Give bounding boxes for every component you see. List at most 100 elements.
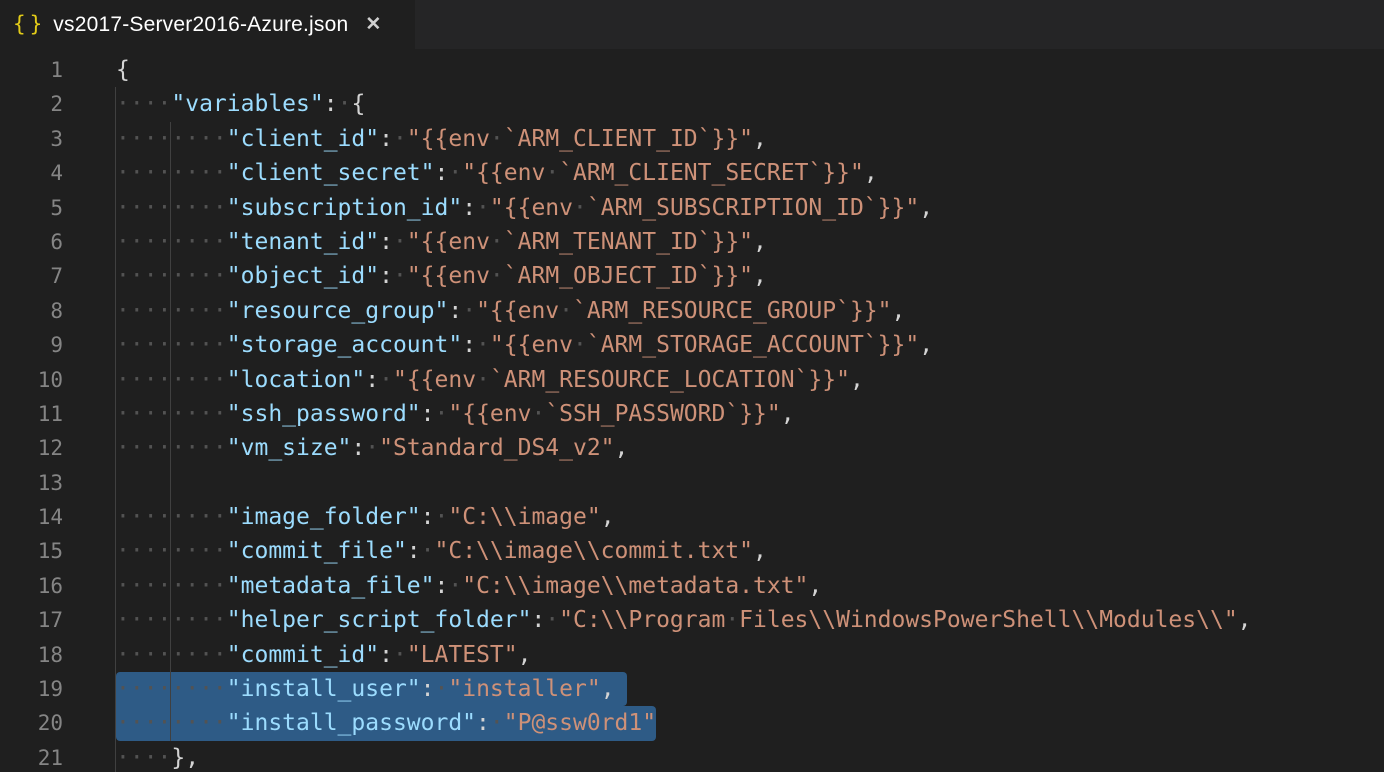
- line-number[interactable]: 14: [0, 500, 63, 534]
- whitespace-dots: ·: [545, 160, 559, 186]
- whitespace-dots: ········: [116, 642, 227, 668]
- code-line[interactable]: 3 ········"client_id":·"{{env·`ARM_CLIENT…: [0, 122, 1384, 156]
- code-line-text: ········"metadata_file":·"C:\\image\\met…: [116, 569, 822, 603]
- code-line[interactable]: 4········"client_secret":·"{{env·`ARM_CL…: [0, 156, 1384, 190]
- whitespace-dots: ········: [116, 332, 227, 358]
- whitespace-dots: ·: [476, 195, 490, 221]
- line-number[interactable]: 11: [0, 397, 63, 431]
- line-number[interactable]: 6: [0, 225, 63, 259]
- whitespace-dots: ·: [393, 126, 407, 152]
- whitespace-dots: ·: [393, 229, 407, 255]
- code-line-text: ········"client_id":·"{{env·`ARM_CLIENT_…: [116, 122, 767, 156]
- whitespace-dots: ········: [116, 538, 227, 564]
- whitespace-dots: ·: [559, 298, 573, 324]
- code-line[interactable]: 19 ········"install_user":·"installer",: [0, 672, 1384, 706]
- whitespace-dots: ·: [490, 710, 504, 736]
- code-line[interactable]: 13: [0, 466, 1384, 500]
- whitespace-dots: ·: [393, 263, 407, 289]
- code-line-text: {: [116, 53, 130, 87]
- whitespace-dots: ·: [476, 332, 490, 358]
- code-line[interactable]: 11········"ssh_password":·"{{env·`SSH_PA…: [0, 397, 1384, 431]
- line-number[interactable]: 21: [0, 741, 63, 772]
- code-line[interactable]: 6········"tenant_id":·"{{env·`ARM_TENANT…: [0, 225, 1384, 259]
- code-line[interactable]: 7········"object_id":·"{{env·`ARM_OBJECT…: [0, 259, 1384, 293]
- whitespace-dots: ········: [116, 676, 227, 702]
- line-number[interactable]: 5: [0, 191, 63, 225]
- whitespace-dots: ········: [116, 126, 227, 152]
- whitespace-dots: ········: [116, 607, 227, 633]
- code-editor[interactable]: 1{2····"variables":·{3········"client_id…: [0, 49, 1384, 772]
- indent-guide: [115, 87, 116, 772]
- whitespace-dots: ·: [338, 91, 352, 117]
- code-line-text: ········"install_user":·"installer",: [116, 672, 615, 706]
- code-line[interactable]: 15 ········"commit_file":·"C:\\image\\com…: [0, 534, 1384, 568]
- whitespace-dots: ·: [573, 332, 587, 358]
- line-number[interactable]: 16: [0, 569, 63, 603]
- whitespace-dots: ········: [116, 367, 227, 393]
- whitespace-dots: ····: [116, 745, 171, 771]
- tab-close-icon[interactable]: ✕: [365, 13, 381, 36]
- line-number[interactable]: 1: [0, 53, 63, 87]
- whitespace-dots: ·: [365, 435, 379, 461]
- code-line[interactable]: 16 ········"metadata_file":·"C:\\image\\m…: [0, 569, 1384, 603]
- line-number[interactable]: 2: [0, 87, 63, 121]
- whitespace-dots: ········: [116, 401, 227, 427]
- line-number[interactable]: 15: [0, 534, 63, 568]
- whitespace-dots: ·: [476, 367, 490, 393]
- line-number[interactable]: 20: [0, 706, 63, 740]
- line-number[interactable]: 19: [0, 672, 63, 706]
- whitespace-dots: ········: [116, 504, 227, 530]
- whitespace-dots: ········: [116, 160, 227, 186]
- line-number[interactable]: 3: [0, 122, 63, 156]
- line-number[interactable]: 4: [0, 156, 63, 190]
- code-line[interactable]: 17········"helper_script_folder":·"C:\\P…: [0, 603, 1384, 637]
- code-lines: 1{2····"variables":·{3········"client_id…: [0, 49, 1384, 772]
- json-file-icon: {}: [13, 0, 46, 49]
- code-line-text: ········"client_secret":·"{{env·`ARM_CLI…: [116, 156, 878, 190]
- whitespace-dots: ········: [116, 573, 227, 599]
- whitespace-dots: ····: [116, 91, 171, 117]
- code-line-text: ········"commit_file":·"C:\\image\\commi…: [116, 534, 767, 568]
- whitespace-dots: ·: [421, 538, 435, 564]
- line-number[interactable]: 7: [0, 259, 63, 293]
- code-line-text: ····},: [116, 741, 199, 772]
- code-line-text: ········"location":·"{{env·`ARM_RESOURCE…: [116, 363, 864, 397]
- whitespace-dots: ·: [448, 160, 462, 186]
- code-line[interactable]: 21 ····},: [0, 741, 1384, 772]
- whitespace-dots: ·: [435, 401, 449, 427]
- code-line[interactable]: 20 ········"install_password":·"P@ssw0rd1…: [0, 706, 1384, 740]
- whitespace-dots: ·: [545, 607, 559, 633]
- code-line[interactable]: 1{: [0, 53, 1384, 87]
- code-line[interactable]: 9········"storage_account":·"{{env·`ARM_…: [0, 328, 1384, 362]
- tab-label: vs2017-Server2016-Azure.json: [53, 13, 348, 37]
- code-line[interactable]: 14········"image_folder":·"C:\\image",: [0, 500, 1384, 534]
- whitespace-dots: ········: [116, 263, 227, 289]
- whitespace-dots: ·: [448, 573, 462, 599]
- line-number[interactable]: 8: [0, 294, 63, 328]
- line-number[interactable]: 18: [0, 638, 63, 672]
- code-line[interactable]: 10 ········"location":·"{{env·`ARM_RESOUR…: [0, 363, 1384, 397]
- code-line[interactable]: 18········"commit_id":·"LATEST",: [0, 638, 1384, 672]
- whitespace-dots: ········: [116, 195, 227, 221]
- tab-bar: {} vs2017-Server2016-Azure.json ✕: [0, 0, 1384, 49]
- line-number[interactable]: 12: [0, 431, 63, 465]
- editor-window: {} vs2017-Server2016-Azure.json ✕ 1{2···…: [0, 0, 1384, 772]
- whitespace-dots: ·: [490, 263, 504, 289]
- line-number[interactable]: 13: [0, 466, 63, 500]
- line-number[interactable]: 9: [0, 328, 63, 362]
- code-line-text: ········"vm_size":·"Standard_DS4_v2",: [116, 431, 628, 465]
- code-line[interactable]: 8········"resource_group":·"{{env·`ARM_R…: [0, 294, 1384, 328]
- whitespace-dots: ·: [462, 298, 476, 324]
- code-line[interactable]: 2····"variables":·{: [0, 87, 1384, 121]
- line-number[interactable]: 17: [0, 603, 63, 637]
- indent-guide: [170, 122, 171, 741]
- code-line[interactable]: 12 ········"vm_size":·"Standard_DS4_v2",: [0, 431, 1384, 465]
- line-number[interactable]: 10: [0, 363, 63, 397]
- code-line-text: ········"install_password":·"P@ssw0rd1": [116, 706, 656, 740]
- whitespace-dots: ·: [531, 401, 545, 427]
- whitespace-dots: ·: [435, 504, 449, 530]
- whitespace-dots: ········: [116, 229, 227, 255]
- tab-vs2017-server2016-azure-json[interactable]: {} vs2017-Server2016-Azure.json ✕: [0, 0, 415, 49]
- code-line[interactable]: 5 ········"subscription_id":·"{{env·`ARM_…: [0, 191, 1384, 225]
- code-line-text: ········"subscription_id":·"{{env·`ARM_S…: [116, 191, 933, 225]
